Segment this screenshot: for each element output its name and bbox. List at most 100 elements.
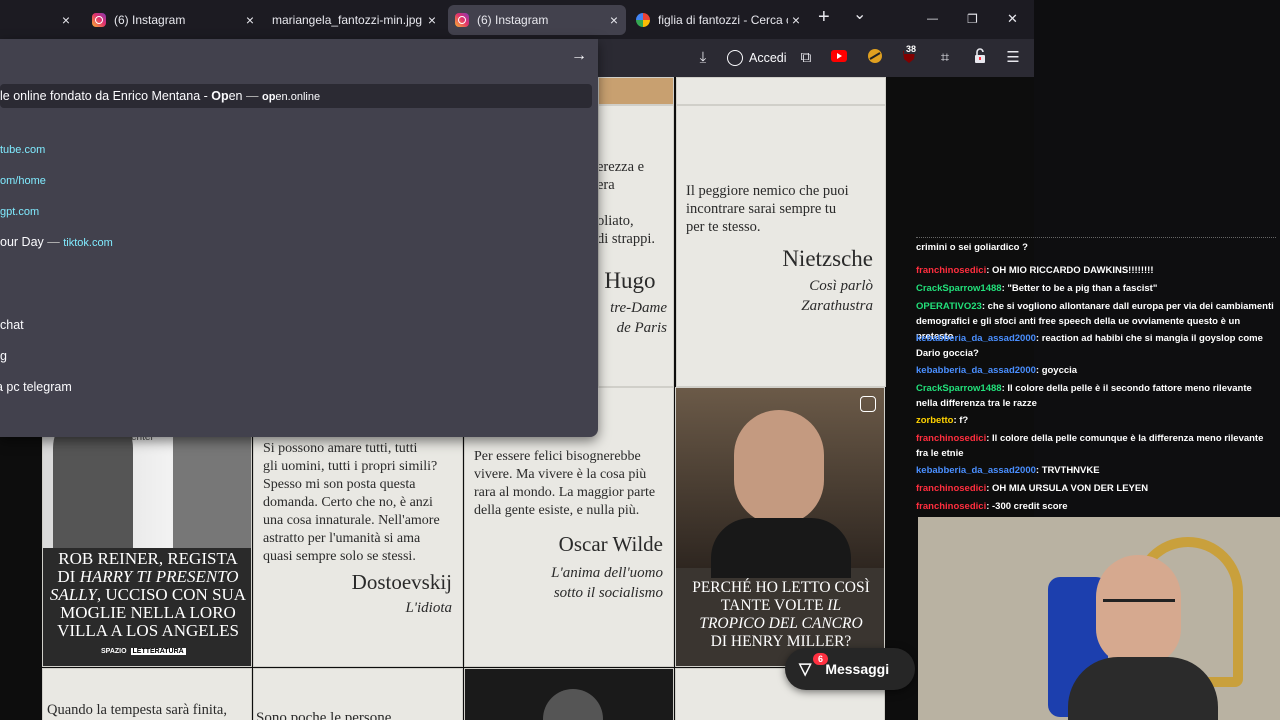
suggestion-separator: —: [43, 235, 64, 249]
chat-username[interactable]: kebabberia_da_assad2000: [916, 465, 1036, 476]
suggestion-tiktok[interactable]: our Day — tiktok.com: [0, 235, 113, 249]
history-suggestion[interactable]: a pc telegram: [0, 380, 72, 394]
post-partial-top[interactable]: [676, 77, 886, 105]
post-work: Così parlò Zarathustra: [801, 278, 873, 314]
chat-username[interactable]: kebabberia_da_assad2000: [916, 365, 1036, 376]
new-tab-button[interactable]: +: [818, 7, 830, 27]
chat-text: : -300 credit score: [986, 501, 1068, 512]
chat-message: crimini o sei goliardico ?: [916, 240, 1276, 255]
suggestion-title-match: Op: [211, 89, 229, 103]
post-tempesta[interactable]: Quando la tempesta sarà finita,: [42, 668, 252, 720]
chat-username[interactable]: franchinosedici: [916, 501, 986, 512]
suggestion-youtube[interactable]: tube.com: [0, 142, 45, 156]
download-icon[interactable]: ⤓: [693, 48, 713, 68]
notification-badge: 38: [904, 44, 919, 54]
tab-title: mariangela_fantozzi-min.jpg (im: [272, 13, 422, 27]
chat-username[interactable]: OPERATIVO23: [916, 301, 982, 312]
brand-part: SPAZIO: [101, 648, 127, 655]
chat-username[interactable]: CrackSparrow1488: [916, 383, 1002, 394]
tab-close-button[interactable]: ×: [610, 11, 618, 29]
chat-text: crimini o sei goliardico ?: [916, 242, 1028, 253]
suggestion-title: le online fondato da Enrico Mentana -: [0, 89, 212, 103]
tab-list-button[interactable]: ⌄: [853, 5, 866, 25]
post-author: Dostoevskij: [351, 570, 452, 594]
chat-username[interactable]: franchinosedici: [916, 433, 986, 444]
tab-title: figlia di fantozzi - Cerca con: [658, 13, 788, 27]
tab-partial[interactable]: ×: [0, 5, 80, 35]
instagram-icon: [92, 13, 106, 27]
messages-button[interactable]: ▽ 6 Messaggi: [785, 648, 915, 690]
chat-username[interactable]: franchinosedici: [916, 265, 986, 276]
post-partial-image[interactable]: [598, 77, 674, 105]
chat-text: : "Better to be a pig than a fascist": [1001, 283, 1158, 294]
tab-close-button[interactable]: ×: [246, 11, 254, 29]
extension-icon[interactable]: [865, 48, 885, 68]
lock-icon[interactable]: [970, 48, 990, 68]
chat-text: : goyccia: [1035, 365, 1078, 376]
chat-message: franchinosedici: Il colore della pelle c…: [916, 431, 1276, 461]
post-work: L'anima dell'uomo sotto il socialismo: [551, 565, 663, 601]
tab-instagram-active[interactable]: (6) Instagram ×: [448, 5, 626, 35]
url-suggestions-panel: → le online fondato da Enrico Mentana - …: [0, 39, 598, 437]
tab-instagram-1[interactable]: (6) Instagram ×: [84, 5, 262, 35]
send-icon: ▽: [799, 661, 812, 678]
history-text: a pc telegram: [0, 380, 72, 394]
person-body: [711, 518, 851, 578]
post-quote: Sono poche le persone: [256, 710, 392, 720]
post-portrait[interactable]: [464, 668, 674, 720]
account-label: Accedi: [749, 51, 787, 65]
instagram-icon: [455, 13, 469, 27]
chat-username[interactable]: kebabberia_da_assad2000: [916, 333, 1036, 344]
suggestion-chatgpt[interactable]: gpt.com: [0, 204, 39, 218]
maximize-button[interactable]: ❐: [967, 9, 978, 29]
post-nietzsche[interactable]: Il peggiore nemico che puoi incontrare s…: [676, 105, 886, 387]
post-poche-persone[interactable]: Sono poche le persone: [253, 668, 463, 720]
history-suggestion[interactable]: chat: [0, 318, 24, 332]
extensions-icon[interactable]: ⧉: [796, 48, 816, 68]
chat-message: kebabberia_da_assad2000: TRVTHNVKE: [916, 463, 1276, 478]
tab-image[interactable]: mariangela_fantozzi-min.jpg (im ×: [266, 5, 444, 35]
tab-strip: × (6) Instagram × mariangela_fantozzi-mi…: [0, 0, 1034, 39]
suggestion-url: tiktok.com: [63, 237, 113, 249]
chat-message: kebabberia_da_assad2000: goyccia: [916, 363, 1276, 378]
tab-google-search[interactable]: figlia di fantozzi - Cerca con ×: [630, 5, 808, 35]
menu-icon[interactable]: ☰: [1003, 48, 1023, 68]
suggestion-url: gpt.com: [0, 206, 40, 218]
post-caption: ROB REINER, REGISTA DI HARRY TI PRESENTO…: [49, 549, 247, 640]
suggestion-url: om/home: [0, 175, 46, 187]
chat-username[interactable]: CrackSparrow1488: [916, 283, 1002, 294]
tab-close-button[interactable]: ×: [62, 11, 70, 29]
youtube-extension-icon[interactable]: [829, 48, 849, 68]
urlbar[interactable]: →: [0, 39, 598, 76]
chat-message: franchinosedici: OH MIO RICCARDO DAWKINS…: [916, 263, 1276, 278]
minimize-button[interactable]: —: [927, 9, 938, 29]
post-quote: Il peggiore nemico che puoi incontrare s…: [686, 183, 849, 235]
tab-close-button[interactable]: ×: [428, 11, 436, 29]
account-icon: [727, 50, 743, 66]
post-henry-miller[interactable]: PERCHÉ HO LETTO COSÌ TANTE VOLTE IL TROP…: [675, 387, 885, 667]
reel-icon: [860, 396, 876, 412]
suggestion-home[interactable]: om/home: [0, 173, 46, 187]
chat-text: : OH MIO RICCARDO DAWKINS!!!!!!!!: [986, 265, 1154, 276]
post-work: L'idiota: [405, 600, 452, 616]
chat-message: kebabberia_da_assad2000: reaction ad hab…: [916, 331, 1276, 361]
go-arrow-icon[interactable]: →: [571, 47, 587, 65]
crop-icon[interactable]: ⌗: [935, 48, 955, 68]
brand-part: LETTERATURA: [130, 648, 186, 655]
account-button[interactable]: Accedi: [727, 46, 787, 70]
close-window-button[interactable]: ✕: [1007, 9, 1018, 29]
history-suggestion[interactable]: g: [0, 349, 7, 363]
post-victor-hugo[interactable]: erezza e era oliato, di strappi. r Hugo …: [598, 105, 674, 387]
tab-close-button[interactable]: ×: [792, 11, 800, 29]
portrait-head: [543, 689, 603, 720]
chat-message-clipped: [916, 232, 1276, 238]
suggestion-open-online[interactable]: le online fondato da Enrico Mentana - Op…: [0, 89, 320, 103]
brand-label: SPAZIO LETTERATURA: [101, 648, 186, 655]
chat-message: CrackSparrow1488: Il colore della pelle …: [916, 381, 1276, 411]
tab-title: (6) Instagram: [477, 13, 549, 27]
chat-text: : OH MIA URSULA VON DER LEYEN: [986, 483, 1149, 494]
chat-username[interactable]: zorbetto: [916, 415, 953, 426]
chat-username[interactable]: franchinosedici: [916, 483, 986, 494]
post-caption: PERCHÉ HO LETTO COSÌ TANTE VOLTE IL TROP…: [692, 579, 870, 650]
suggestion-separator: —: [242, 89, 262, 103]
